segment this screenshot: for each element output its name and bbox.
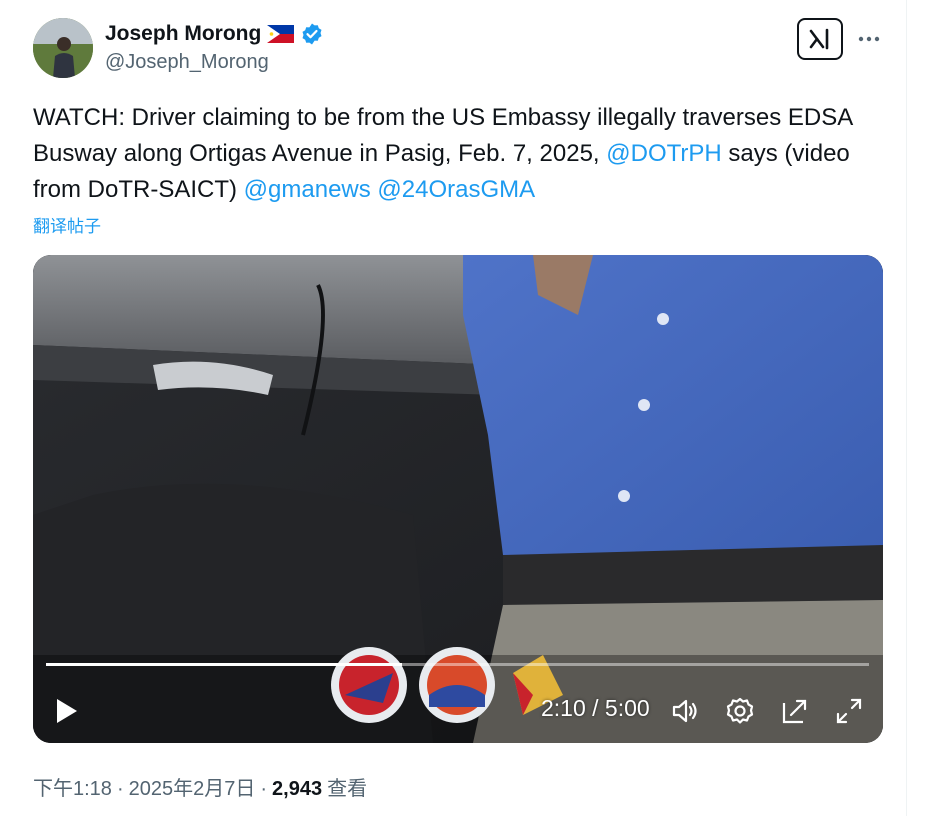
more-button[interactable] [856,26,882,52]
tweet-header: Joseph Morong @Joseph_Morong [33,18,876,78]
right-divider [906,0,907,816]
progress-fill [46,663,403,666]
tweet-meta: 下午1:18 · 2025年2月7日 · 2,943 查看 [33,772,367,801]
settings-icon [726,697,754,724]
volume-button[interactable] [669,695,701,727]
translate-post-link[interactable]: 翻译帖子 [33,212,101,237]
mention-dotrph[interactable]: @DOTrPH [606,140,721,167]
avatar[interactable] [33,18,93,78]
video-frame [33,255,883,743]
more-icon [858,36,880,42]
author-handle[interactable]: @Joseph_Morong [105,51,269,74]
post-time[interactable]: 下午1:18 [33,772,112,801]
view-label: 查看 [327,778,368,800]
progress-bar[interactable] [46,663,869,666]
tweet-text: WATCH: Driver claiming to be from the US… [33,100,883,208]
grok-icon [809,28,829,50]
play-icon[interactable] [53,695,81,727]
post-date[interactable]: 2025年2月7日 [129,772,256,801]
grok-button[interactable] [797,18,843,60]
fullscreen-icon [836,698,862,724]
video-player[interactable]: 2:10 / 5:00 [33,255,883,743]
verified-badge-icon [302,23,322,45]
pip-icon [782,699,807,724]
philippines-flag-icon [267,25,295,43]
fullscreen-button[interactable] [833,695,865,727]
meta-separator: · [116,778,124,800]
mention-24orasgma[interactable]: @24OrasGMA [377,176,535,203]
video-time: 2:10 / 5:00 [541,695,650,721]
display-name[interactable]: Joseph Morong [105,22,261,46]
meta-separator: · [260,778,268,800]
mention-gmanews[interactable]: @gmanews [244,176,371,203]
view-count: 2,943 [272,778,323,800]
volume-icon [672,699,697,723]
name-row: Joseph Morong [105,20,324,48]
settings-button[interactable] [724,695,756,727]
pip-button[interactable] [779,695,811,727]
